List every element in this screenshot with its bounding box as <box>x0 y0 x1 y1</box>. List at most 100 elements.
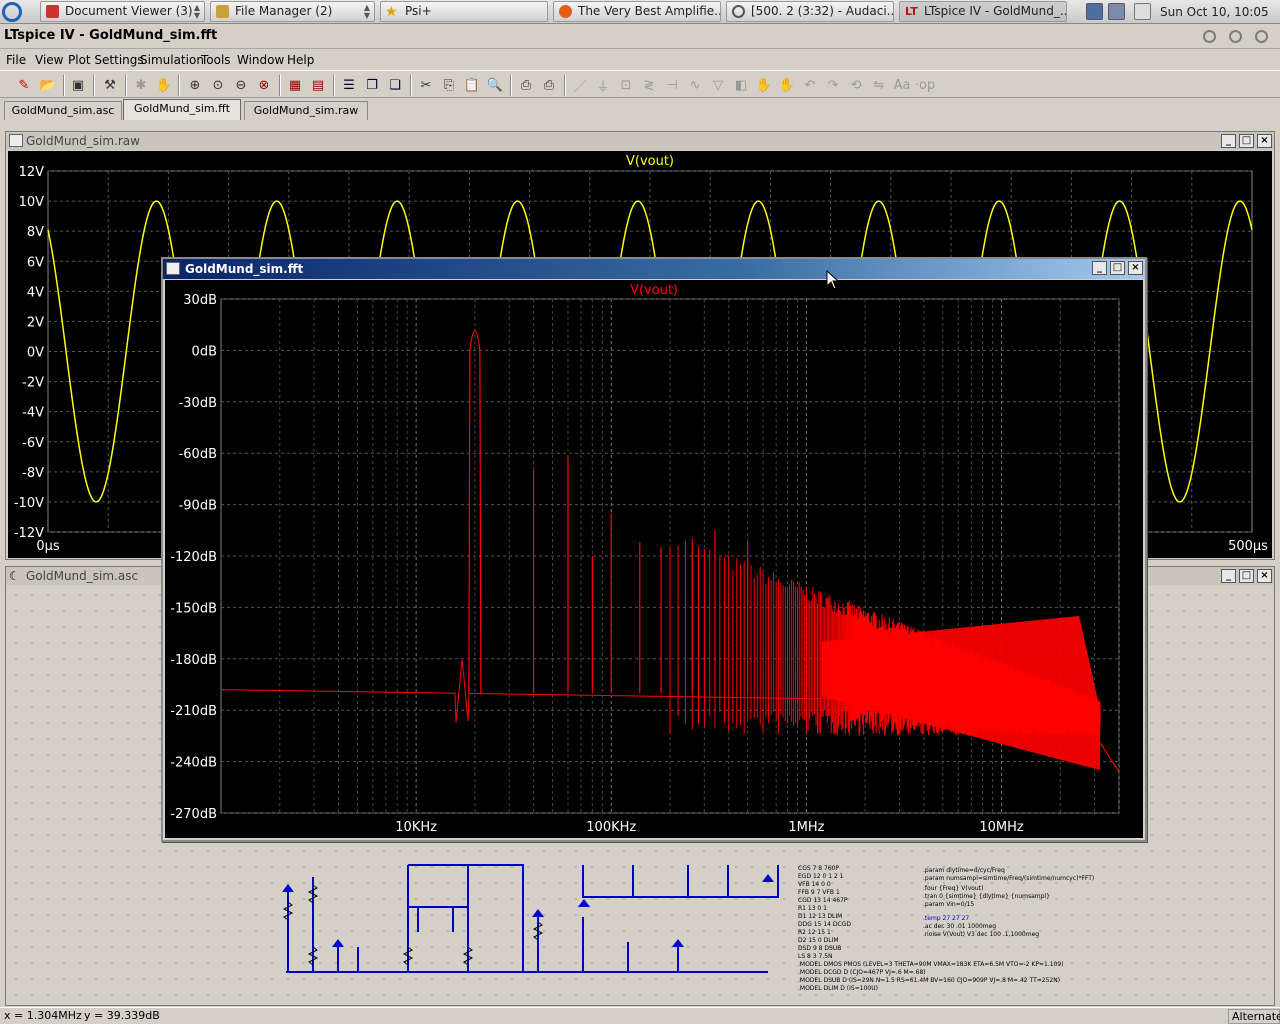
tray-network-icon[interactable] <box>1108 3 1125 20</box>
fft-x-tick-label: 10KHz <box>395 820 437 835</box>
raw-minimize-button[interactable]: _ <box>1221 134 1236 148</box>
raw-window-title: GoldMund_sim.raw <box>26 134 140 148</box>
fft-window-titlebar[interactable]: GoldMund_sim.fft _ □ × <box>163 259 1145 279</box>
menu-file[interactable]: File <box>6 53 26 67</box>
task-file-manager[interactable]: File Manager (2) ▲ ▼ <box>210 1 375 22</box>
toolbar-separator <box>125 75 127 96</box>
zoom-fit-icon[interactable]: ⊗ <box>254 75 274 95</box>
asc-maximize-button[interactable]: □ <box>1239 569 1254 583</box>
resistor-icon[interactable]: ≷ <box>639 75 659 95</box>
raw-close-button[interactable]: × <box>1257 134 1272 148</box>
control-panel-icon[interactable]: ⚒ <box>100 75 120 95</box>
text-icon[interactable]: Aa <box>892 75 912 95</box>
print-setup-icon[interactable]: ⎙ <box>516 75 536 95</box>
menu-view[interactable]: View <box>35 53 63 67</box>
tray-alarm-icon[interactable] <box>1134 3 1151 20</box>
raw-chart-title: V(vout) <box>626 154 674 169</box>
fft-minimize-button[interactable]: _ <box>1092 261 1107 275</box>
tab-asc[interactable]: GoldMund_sim.asc <box>4 101 122 120</box>
svg-text:.temp 27 27 27: .temp 27 27 27 <box>923 915 969 922</box>
svg-text:.MODEL DMOS PMOS (LEVEL=3 THET: .MODEL DMOS PMOS (LEVEL=3 THETA=90M VMAX… <box>798 961 1064 968</box>
fft-chart-title: V(vout) <box>630 283 678 298</box>
task-ltspice[interactable]: LT LTspice IV - GoldMund_... <box>899 1 1067 22</box>
cascade-icon[interactable]: ❐ <box>362 75 382 95</box>
tab-fft[interactable]: GoldMund_sim.fft <box>123 99 241 120</box>
minimize-button[interactable] <box>1203 30 1216 43</box>
fft-plot-area[interactable]: 30dB 0dB -30dB -60dB -90dB -120dB -150dB -180dB… <box>165 280 1143 838</box>
toolbar-separator <box>510 75 512 96</box>
fft-maximize-button[interactable]: □ <box>1110 261 1125 275</box>
cut-icon[interactable]: ✂ <box>416 75 436 95</box>
paste-icon[interactable]: 📋 <box>462 75 482 95</box>
raw-window-titlebar[interactable]: GoldMund_sim.raw _ □ × <box>6 132 1274 150</box>
halt-icon[interactable]: ✋ <box>154 75 174 95</box>
group-arrows-icon: ▲ ▼ <box>193 3 200 20</box>
raw-y-tick-label: 12V <box>19 165 45 180</box>
tile-horizontal-icon[interactable]: ☰ <box>339 75 359 95</box>
save-icon[interactable]: ▣ <box>68 75 88 95</box>
menubar: File View Plot Settings Simulation Tools… <box>0 50 1280 69</box>
move-icon[interactable]: ✋ <box>754 75 774 95</box>
tab-raw[interactable]: GoldMund_sim.raw <box>244 101 368 120</box>
zoom-in-icon[interactable]: ⊕ <box>185 75 205 95</box>
new-schematic-icon[interactable]: ✎ <box>14 75 34 95</box>
rotate-icon[interactable]: ⟲ <box>846 75 866 95</box>
svg-text:CGS 7 8 760P: CGS 7 8 760P <box>798 865 839 872</box>
fft-close-button[interactable]: × <box>1128 261 1143 275</box>
svg-text:.four {Freq} V(vout): .four {Freq} V(vout) <box>923 885 983 892</box>
asc-close-button[interactable]: × <box>1257 569 1272 583</box>
svg-text:.tran 0 {simtime} {dlytime} {n: .tran 0 {simtime} {dlytime} {numsampl} <box>923 893 1050 900</box>
start-menu-icon[interactable] <box>2 2 22 22</box>
autorange-icon[interactable]: ▦ <box>285 75 305 95</box>
print-icon[interactable]: ⎙ <box>539 75 559 95</box>
task-label: The Very Best Amplifie... <box>578 4 721 18</box>
pan-icon[interactable]: ⊙ <box>208 75 228 95</box>
raw-y-tick-label: -10V <box>14 496 44 511</box>
maximize-button[interactable] <box>1229 30 1242 43</box>
fft-x-tick-label: 1MHz <box>788 820 824 835</box>
status-cursor-y: y = 39.339dB <box>84 1009 160 1022</box>
diode-icon[interactable]: ▽ <box>708 75 728 95</box>
inductor-icon[interactable]: ∿ <box>685 75 705 95</box>
capacitor-icon[interactable]: ⊣ <box>662 75 682 95</box>
undo-icon[interactable]: ↶ <box>800 75 820 95</box>
fft-x-tick-label: 10MHz <box>979 820 1024 835</box>
task-label: [500. 2 (3:32) - Audaci... <box>751 4 894 18</box>
task-firefox[interactable]: The Very Best Amplifie... <box>553 1 721 22</box>
zoom-out-icon[interactable]: ⊖ <box>231 75 251 95</box>
menu-tools[interactable]: Tools <box>201 53 231 67</box>
redo-icon[interactable]: ↷ <box>823 75 843 95</box>
group-arrows-icon: ▲ ▼ <box>363 3 370 20</box>
spice-directive-icon[interactable]: ·op <box>915 75 935 95</box>
fft-window[interactable]: GoldMund_sim.fft _ □ × 30dB 0dB -30dB -60dB… <box>161 257 1147 842</box>
ground-icon[interactable]: ⏚ <box>593 75 613 95</box>
tile-vertical-icon[interactable]: ❏ <box>385 75 405 95</box>
fft-y-tick-label: -120dB <box>170 550 217 565</box>
tray-display-icon[interactable] <box>1086 3 1103 20</box>
raw-y-tick-label: 0V <box>27 346 44 361</box>
run-icon[interactable]: ✱ <box>131 75 151 95</box>
task-document-viewer[interactable]: Document Viewer (3) ▲ ▼ <box>40 1 205 22</box>
add-trace-icon[interactable]: ▤ <box>308 75 328 95</box>
wire-icon[interactable]: ／ <box>570 75 590 95</box>
task-audacity[interactable]: [500. 2 (3:32) - Audaci... <box>726 1 894 22</box>
raw-maximize-button[interactable]: □ <box>1239 134 1254 148</box>
menu-window[interactable]: Window <box>237 53 284 67</box>
asc-minimize-button[interactable]: _ <box>1221 569 1236 583</box>
status-cursor-x: x = 1.304MHz <box>4 1009 82 1022</box>
taskbar-clock[interactable]: Sun Oct 10, 10:05 PM <box>1160 0 1280 43</box>
component-icon[interactable]: ◧ <box>731 75 751 95</box>
menu-simulation[interactable]: Simulation <box>140 53 204 67</box>
menu-help[interactable]: Help <box>287 53 314 67</box>
label-net-icon[interactable]: ⊡ <box>616 75 636 95</box>
mirror-icon[interactable]: ⇋ <box>869 75 889 95</box>
fft-spectrum-chart[interactable]: 30dB 0dB -30dB -60dB -90dB -120dB -150dB -180dB… <box>165 280 1143 838</box>
menu-plot-settings[interactable]: Plot Settings <box>68 53 144 67</box>
raw-y-tick-label: -8V <box>22 466 44 481</box>
find-icon[interactable]: 🔍 <box>485 75 505 95</box>
open-icon[interactable]: 📂 <box>38 75 58 95</box>
drag-icon[interactable]: ✋ <box>777 75 797 95</box>
close-button[interactable] <box>1255 30 1268 43</box>
copy-icon[interactable]: ⎘ <box>439 75 459 95</box>
task-psi[interactable]: ★ Psi+ <box>380 1 548 22</box>
